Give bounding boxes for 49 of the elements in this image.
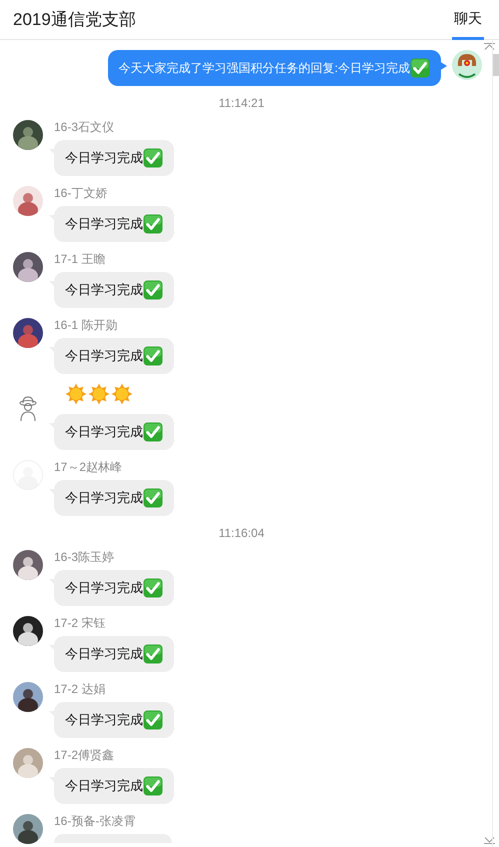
avatar[interactable]	[13, 814, 43, 844]
check-icon	[143, 644, 163, 664]
scroll-down-icon[interactable]	[484, 837, 495, 844]
avatar[interactable]	[13, 616, 43, 646]
check-icon	[143, 710, 163, 730]
timestamp: 11:16:04	[218, 526, 264, 540]
message-text: 今日学习完成	[65, 281, 143, 299]
message-text: 今日学习完成	[65, 215, 143, 233]
message-text: 今天大家完成了学习强国积分任务的回复:今日学习完成	[118, 60, 410, 76]
sender-name: 17-2 达娟	[54, 682, 106, 696]
sender-name: 16-预备-张凌霄	[54, 814, 136, 828]
message-text: 今日学习完成	[65, 777, 143, 795]
sun-icon	[65, 383, 87, 405]
message-text: 今日学习完成	[65, 711, 143, 729]
check-icon	[143, 578, 163, 598]
sender-name: 17-1 王瞻	[54, 252, 106, 266]
avatar[interactable]	[13, 682, 43, 712]
message-text: 今日学习完成	[65, 489, 143, 507]
message-text: 今日学习完成	[65, 347, 143, 365]
sender-name: 16-1 陈开勋	[54, 318, 118, 332]
sun-icon	[111, 383, 133, 405]
timestamp: 11:14:21	[218, 96, 264, 110]
check-icon	[143, 346, 163, 366]
avatar[interactable]	[13, 550, 43, 580]
sender-name: 17-2 宋钰	[54, 616, 106, 630]
check-icon	[143, 776, 163, 796]
avatar[interactable]	[13, 120, 43, 150]
tab[interactable]: 聊天	[452, 0, 484, 40]
sender-name: 16-丁文娇	[54, 186, 108, 200]
message-text: 今日学习完成	[65, 579, 143, 597]
avatar[interactable]	[13, 252, 43, 282]
sender-name: 16-3陈玉婷	[54, 550, 114, 564]
message-text: 今日学习完成	[65, 149, 143, 167]
sun-icon	[88, 383, 110, 405]
check-icon	[143, 214, 163, 234]
check-icon	[143, 280, 163, 300]
sender-name: 16-3石文仪	[54, 120, 114, 134]
scroll-up-icon[interactable]	[484, 43, 495, 50]
check-icon	[143, 148, 163, 168]
message-text: 今日学习完成	[65, 645, 143, 663]
scrollbar-thumb[interactable]	[493, 54, 499, 76]
sender-name: 17～2赵林峰	[54, 460, 122, 474]
check-icon	[143, 488, 163, 508]
check-icon	[410, 58, 430, 78]
message-text: 今日学习完成	[65, 423, 143, 441]
sender-name: 17-2傅贤鑫	[54, 748, 114, 762]
avatar[interactable]	[13, 318, 43, 348]
check-icon	[143, 422, 163, 442]
chat-title: 2019通信党支部	[12, 9, 136, 31]
